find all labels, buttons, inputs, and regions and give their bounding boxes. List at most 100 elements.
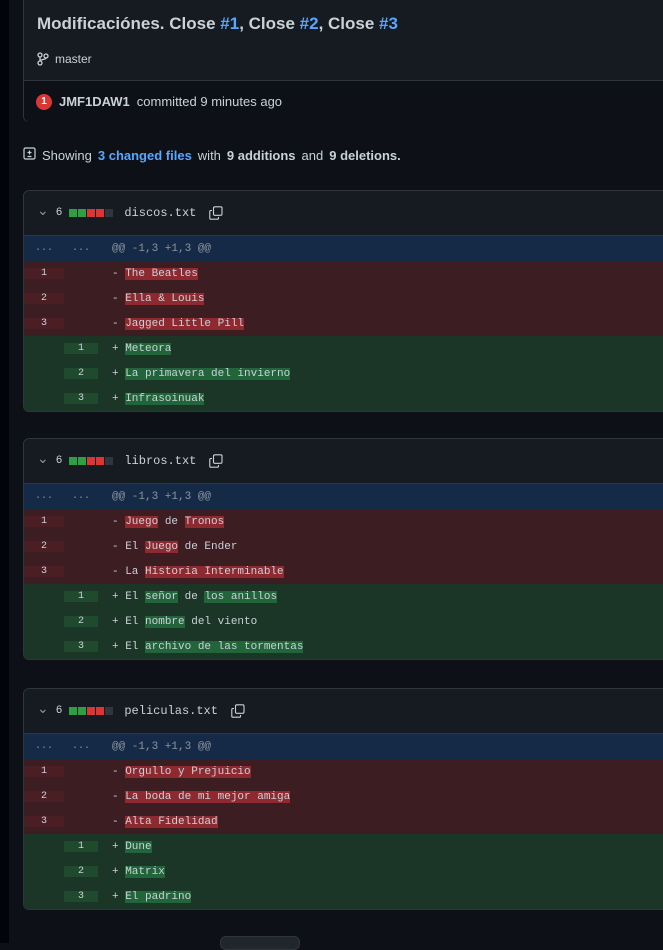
deleted-line-text: - El Juego de Ender bbox=[112, 540, 238, 553]
changed-files-link[interactable]: 3 changed files bbox=[98, 148, 192, 163]
line-content: Juego de Tronos bbox=[125, 515, 225, 528]
old-line-number[interactable]: 1 bbox=[24, 516, 64, 527]
chevron-down-icon[interactable]: ⌄ bbox=[37, 700, 49, 717]
added-line-row: 1 + Meteora bbox=[24, 336, 663, 361]
expand-dots[interactable]: ... bbox=[64, 491, 98, 502]
changed-word-highlight: La primavera del invierno bbox=[125, 367, 291, 380]
added-line-text: + El señor de los anillos bbox=[112, 590, 278, 603]
deleted-line-row: 2 - La boda de mi mejor amiga bbox=[24, 784, 663, 809]
expand-dots[interactable]: ... bbox=[64, 741, 98, 752]
changed-word-highlight: Tronos bbox=[184, 515, 225, 528]
diffstat-bar bbox=[69, 209, 114, 217]
issue-link-2[interactable]: #2 bbox=[300, 14, 319, 33]
expand-dots[interactable]: ... bbox=[24, 741, 64, 752]
file-diff: ⌄ 6 libros.txt...... @@ -1,3 +1,3 @@ 1 - Jueg… bbox=[23, 438, 663, 660]
expand-dots[interactable]: ... bbox=[24, 243, 64, 254]
hunk-header-row: ...... @@ -1,3 +1,3 @@ bbox=[24, 484, 663, 509]
file-diff: ⌄ 6 discos.txt...... @@ -1,3 +1,3 @@ 1 - The … bbox=[23, 190, 663, 412]
new-line-number[interactable]: 1 bbox=[64, 343, 98, 354]
old-line-number[interactable]: 2 bbox=[24, 541, 64, 552]
line-content: Orgullo y Prejuicio bbox=[125, 765, 251, 778]
old-line-number[interactable]: 3 bbox=[24, 566, 64, 577]
deleted-line-text: - Jagged Little Pill bbox=[112, 317, 245, 330]
old-line-number[interactable]: 2 bbox=[24, 791, 64, 802]
hunk-header: @@ -1,3 +1,3 @@ bbox=[112, 242, 212, 255]
new-line-number[interactable]: 3 bbox=[64, 891, 98, 902]
deleted-line-row: 1 - Juego de Tronos bbox=[24, 509, 663, 534]
new-line-number[interactable]: 2 bbox=[64, 866, 98, 877]
added-line-text: + Meteora bbox=[112, 342, 172, 355]
line-content: Dune bbox=[125, 840, 152, 853]
added-line-row: 3 + Infrasoinuak bbox=[24, 386, 663, 411]
hunk-header: @@ -1,3 +1,3 @@ bbox=[112, 490, 212, 503]
hunk-header: @@ -1,3 +1,3 @@ bbox=[112, 740, 212, 753]
new-line-number[interactable]: 2 bbox=[64, 616, 98, 627]
branch-indicator[interactable]: master bbox=[37, 52, 92, 66]
new-line-number[interactable]: 3 bbox=[64, 393, 98, 404]
old-line-number[interactable]: 2 bbox=[24, 293, 64, 304]
copy-icon[interactable] bbox=[231, 704, 245, 718]
new-line-number[interactable]: 3 bbox=[64, 641, 98, 652]
expand-dots[interactable]: ... bbox=[64, 243, 98, 254]
added-line-row: 3 + El archivo de las tormentas bbox=[24, 634, 663, 659]
added-line-row: 1 + Dune bbox=[24, 834, 663, 859]
lines-changed-count: 6 bbox=[55, 455, 63, 467]
diffstat-block bbox=[69, 457, 78, 465]
file-name[interactable]: discos.txt bbox=[124, 206, 196, 220]
line-content: La primavera del invierno bbox=[125, 367, 291, 380]
changed-word-highlight: Juego bbox=[125, 515, 159, 528]
copy-icon[interactable] bbox=[209, 454, 223, 468]
line-content: El archivo de las tormentas bbox=[125, 640, 304, 653]
branch-name[interactable]: master bbox=[55, 52, 92, 66]
added-line-row: 2 + La primavera del invierno bbox=[24, 361, 663, 386]
changed-word-highlight: Matrix bbox=[125, 865, 165, 878]
avatar[interactable]: 1 bbox=[36, 93, 52, 110]
copy-icon[interactable] bbox=[209, 206, 223, 220]
old-line-number[interactable]: 3 bbox=[24, 318, 64, 329]
load-more-button[interactable] bbox=[220, 936, 300, 950]
old-line-number[interactable]: 1 bbox=[24, 766, 64, 777]
old-line-number[interactable]: 3 bbox=[24, 816, 64, 827]
deleted-line-text: - Orgullo y Prejuicio bbox=[112, 765, 251, 778]
diffstat-block bbox=[78, 457, 87, 465]
new-line-number[interactable]: 1 bbox=[64, 841, 98, 852]
added-line-text: + El nombre del viento bbox=[112, 615, 258, 628]
changed-word-highlight: Orgullo y Prejuicio bbox=[125, 765, 251, 778]
file-name[interactable]: peliculas.txt bbox=[124, 704, 218, 718]
commit-title-sep: , Close bbox=[239, 14, 300, 33]
file-header: ⌄ 6 peliculas.txt bbox=[24, 689, 663, 734]
issue-link-3[interactable]: #3 bbox=[379, 14, 398, 33]
commit-title: Modificaciónes. Close #1, Close #2, Clos… bbox=[37, 14, 398, 34]
file-name[interactable]: libros.txt bbox=[124, 454, 196, 468]
added-line-text: + La primavera del invierno bbox=[112, 367, 291, 380]
deletions-count: 9 deletions. bbox=[329, 147, 401, 163]
author-name[interactable]: JMF1DAW1 bbox=[59, 94, 130, 109]
line-content: Infrasoinuak bbox=[125, 392, 205, 405]
changed-word-highlight: señor bbox=[145, 590, 179, 603]
summary-and: and bbox=[301, 147, 324, 163]
file-header: ⌄ 6 libros.txt bbox=[24, 439, 663, 484]
new-line-number[interactable]: 2 bbox=[64, 368, 98, 379]
diffstat-block bbox=[105, 457, 114, 465]
changed-word-highlight: The Beatles bbox=[125, 267, 198, 280]
hunk-header-row: ...... @@ -1,3 +1,3 @@ bbox=[24, 236, 663, 261]
deleted-line-text: - Alta Fidelidad bbox=[112, 815, 218, 828]
line-content: El Juego de Ender bbox=[125, 540, 238, 553]
chevron-down-icon[interactable]: ⌄ bbox=[37, 450, 49, 467]
deleted-line-row: 3 - Jagged Little Pill bbox=[24, 311, 663, 336]
added-line-row: 3 + El padrino bbox=[24, 884, 663, 909]
branch-icon bbox=[37, 52, 49, 66]
old-line-number[interactable]: 1 bbox=[24, 268, 64, 279]
diffstat-block bbox=[87, 707, 96, 715]
added-line-text: + El padrino bbox=[112, 890, 192, 903]
chevron-down-icon[interactable]: ⌄ bbox=[37, 202, 49, 219]
diff-summary-icon bbox=[23, 147, 36, 163]
diff-summary: Showing 3 changed files with 9 additions… bbox=[23, 147, 401, 163]
changed-word-highlight: Historia Interminable bbox=[145, 565, 284, 578]
diffstat-block bbox=[78, 707, 87, 715]
changed-word-highlight: nombre bbox=[145, 615, 185, 628]
issue-link-1[interactable]: #1 bbox=[220, 14, 239, 33]
expand-dots[interactable]: ... bbox=[24, 491, 64, 502]
changed-word-highlight: archivo de las tormentas bbox=[145, 640, 304, 653]
new-line-number[interactable]: 1 bbox=[64, 591, 98, 602]
